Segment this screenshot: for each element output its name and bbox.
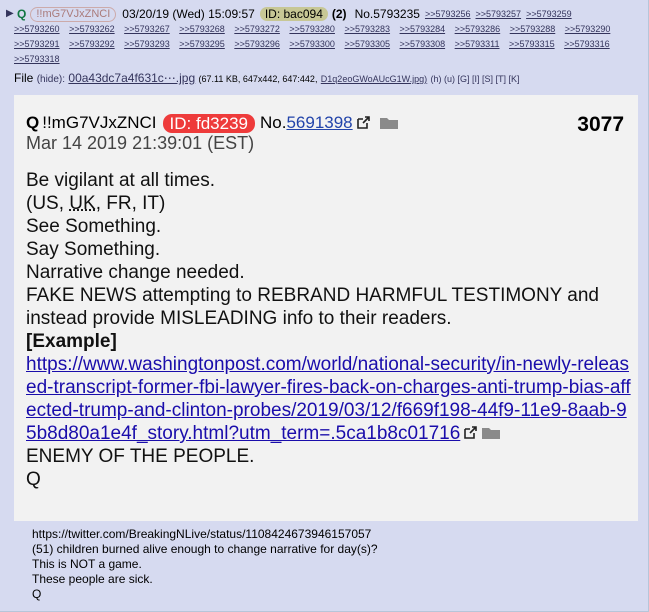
example-label: [Example] (26, 331, 117, 352)
backlink[interactable]: >>5793272 (234, 24, 280, 34)
body-line: ENEMY OF THE PEOPLE. (26, 446, 255, 467)
backlink[interactable]: >>5793284 (400, 24, 446, 34)
tripcode-badge: !!mG7VJxZNCI (30, 6, 117, 22)
original-filename-link[interactable]: D1q2eoGWoAUcG1W.jpg) (321, 74, 427, 84)
quoted-tripcode: !!mG7VJxZNCI (42, 113, 157, 132)
comment-line: (51) children burned alive enough to cha… (32, 542, 378, 556)
post-datetime: 03/20/19 (Wed) 15:09:57 (122, 7, 255, 21)
external-link-icon (464, 426, 478, 439)
backlink[interactable]: >>5793267 (124, 24, 170, 34)
poster-name: Q (17, 7, 27, 21)
comment-line-link[interactable]: https://twitter.com/BreakingNLive/status… (32, 527, 378, 542)
file-label: File (14, 71, 34, 85)
hide-file-link[interactable]: (hide): (37, 74, 65, 85)
quoted-poster-name: Q (26, 113, 40, 132)
backlink[interactable]: >>5793280 (289, 24, 335, 34)
file-meta: (67.11 KB, 647x442, 647:442, (198, 74, 318, 84)
quoted-post-date: Mar 14 2019 21:39:01 (EST) (26, 133, 255, 153)
backlink[interactable]: >>5793305 (344, 39, 390, 49)
body-line: Be vigilant at all times. (26, 170, 216, 191)
drop-number: 3077 (577, 113, 624, 136)
backlink[interactable]: >>5793259 (526, 6, 572, 22)
backlink[interactable]: >>5793315 (509, 39, 555, 49)
body-line-countries: (US, UK, FR, IT) (26, 193, 166, 214)
poster-id-badge[interactable]: ID: bac094 (259, 7, 328, 21)
quoted-post-header: Q !!mG7VJxZNCI ID: fd3239 No. 5691398 (26, 113, 399, 133)
post-number-link[interactable]: No.5793235 (355, 6, 420, 22)
post-container: ▶ Q !!mG7VJxZNCI 03/20/19 (Wed) 15:09:57… (0, 0, 649, 612)
article-url-link: https://www.washingtonpost.com/world/nat… (26, 354, 631, 444)
body-line: Narrative change needed. (26, 262, 245, 283)
backlink[interactable]: >>5793262 (69, 24, 115, 34)
backlink[interactable]: >>5793300 (289, 39, 335, 49)
folder-icon (379, 118, 398, 129)
uk-abbreviation: UK (69, 193, 96, 214)
comment-line: This is NOT a game. (32, 557, 142, 571)
file-name-link[interactable]: 00a43dc7a4f631c⋯.jpg (68, 71, 195, 85)
backlink[interactable]: >>5793288 (510, 24, 556, 34)
comment-line: Q (32, 587, 42, 601)
backlink[interactable]: >>5793256 (425, 6, 471, 22)
backlink[interactable]: >>5793293 (124, 39, 170, 49)
external-link-icon (356, 116, 370, 129)
post-menu-arrow-icon[interactable]: ▶ (6, 6, 16, 22)
article-url-line: https://www.washingtonpost.com/world/nat… (26, 353, 631, 445)
quoted-id-badge: ID: fd3239 (162, 113, 255, 133)
file-action-links[interactable]: (h) (u) [G] [I] [S] [T] [K] (431, 74, 520, 84)
comment-line: These people are sick. (32, 572, 153, 586)
attached-image[interactable]: Q !!mG7VJxZNCI ID: fd3239 No. 5691398 30… (14, 95, 638, 521)
body-line: FAKE NEWS attempting to REBRAND HARMFUL … (26, 285, 599, 329)
post-comment: https://twitter.com/BreakingNLive/status… (32, 527, 378, 602)
backlink[interactable]: >>5793292 (69, 39, 115, 49)
file-info: File (hide): 00a43dc7a4f631c⋯.jpg (67.11… (14, 71, 520, 85)
backlink[interactable]: >>5793295 (179, 39, 225, 49)
backlinks-list: >>5793260 >>5793262 >>5793267 >>5793268 … (14, 22, 644, 67)
backlink[interactable]: >>5793318 (14, 54, 60, 64)
reply-count: (2) (331, 7, 347, 21)
quoted-post-body: Be vigilant at all times. (US, UK, FR, I… (26, 169, 631, 491)
backlink[interactable]: >>5793283 (344, 24, 390, 34)
backlink[interactable]: >>5793260 (14, 24, 60, 34)
backlink[interactable]: >>5793308 (400, 39, 446, 49)
backlink[interactable]: >>5793296 (234, 39, 280, 49)
backlink[interactable]: >>5793316 (564, 39, 610, 49)
backlink[interactable]: >>5793311 (455, 39, 500, 49)
folder-icon (482, 428, 501, 439)
backlink[interactable]: >>5793257 (476, 6, 522, 22)
post-header: ▶ Q !!mG7VJxZNCI 03/20/19 (Wed) 15:09:57… (6, 6, 572, 22)
backlink[interactable]: >>5793286 (455, 24, 501, 34)
backlink[interactable]: >>5793268 (179, 24, 225, 34)
backlink[interactable]: >>5793290 (565, 24, 611, 34)
quoted-no-prefix: No. (259, 113, 287, 132)
quoted-post-link: 5691398 (286, 113, 353, 132)
body-line: See Something. (26, 216, 162, 237)
body-line: Say Something. (26, 239, 161, 260)
signature: Q (26, 469, 41, 490)
backlink[interactable]: >>5793291 (14, 39, 60, 49)
